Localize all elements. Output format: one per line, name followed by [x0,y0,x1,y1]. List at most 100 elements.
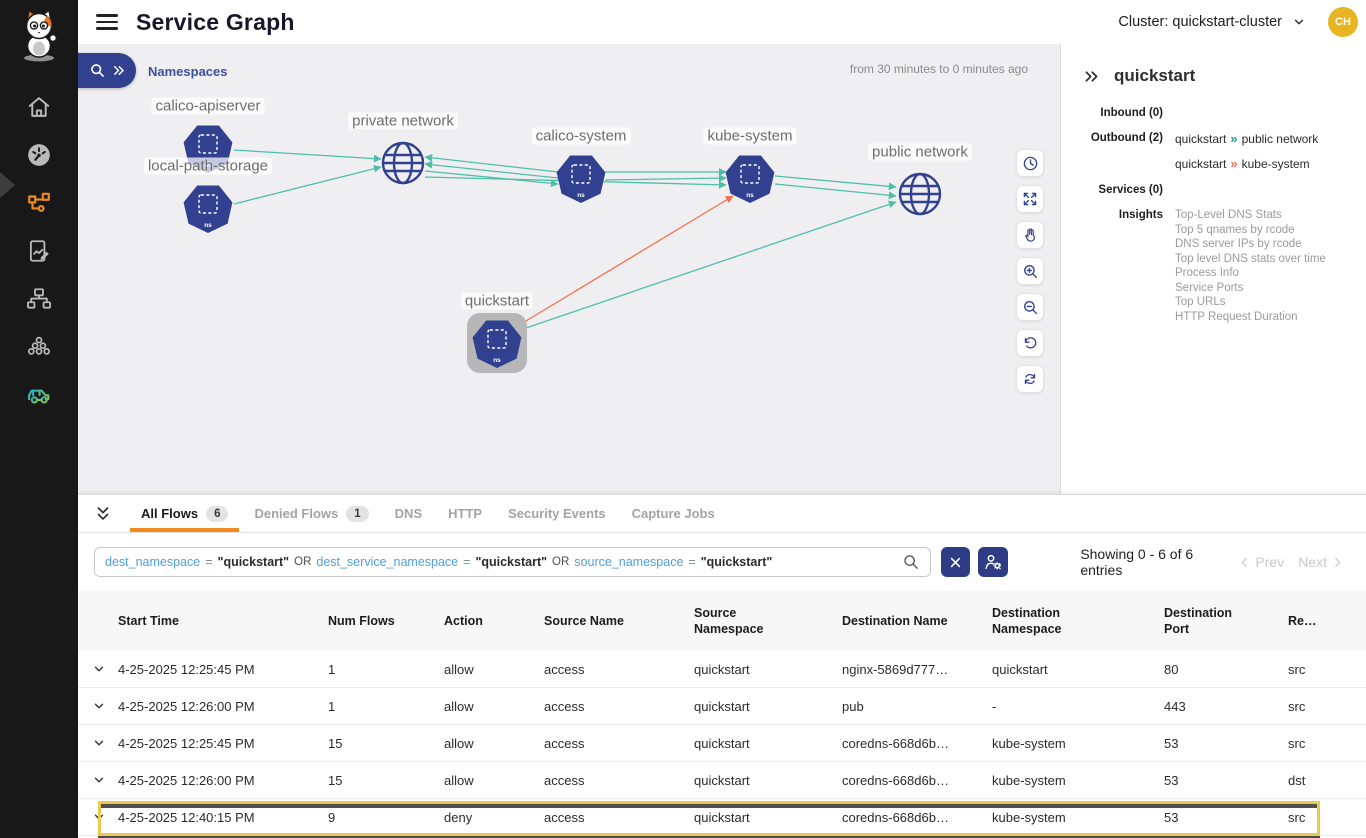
cell-action: allow [444,662,544,677]
pan-hand-icon [1022,227,1038,243]
sidebar-item-report-log[interactable] [0,227,78,275]
graph-node-public-network[interactable]: public network [890,164,950,224]
table-row-highlighted[interactable]: 4-25-2025 12:40:15 PM9denyaccessquicksta… [78,799,1366,836]
flow-settings-button[interactable] [978,547,1008,577]
expand-row-chevron-icon[interactable] [78,699,118,713]
avatar[interactable]: CH [1328,7,1358,37]
page-title: Service Graph [136,9,295,36]
graph-node-private-network[interactable]: private network [373,133,433,193]
column-header-destination-name[interactable]: Destination Name [842,613,992,629]
tab-http[interactable]: HTTP [435,495,495,532]
tab-security-events[interactable]: Security Events [495,495,619,532]
column-header-num-flows[interactable]: Num Flows [328,613,444,629]
column-header-destination-port[interactable]: Destination Port [1164,605,1288,638]
flow-query-input[interactable]: dest_namespace="quickstart"ORdest_servic… [94,547,931,577]
collapse-panel-icon[interactable] [1083,68,1100,85]
sidebar-item-home[interactable] [0,83,78,131]
column-header-source-namespace[interactable]: Source Namespace [694,605,842,638]
column-header-start-time[interactable]: Start Time [118,613,328,629]
outbound-flow[interactable]: quickstart»public network [1175,131,1352,146]
refresh-button[interactable] [1016,365,1044,393]
tab-all-flows[interactable]: All Flows6 [128,495,241,532]
expand-row-chevron-icon[interactable] [78,662,118,676]
undo-button[interactable] [1016,329,1044,357]
graph-node-calico-system[interactable]: ns calico-system [551,148,611,208]
flows-tabs: All Flows6Denied Flows1DNSHTTPSecurity E… [128,495,728,532]
sidebar-item-car[interactable] [0,371,78,419]
zoom-in-button[interactable] [1016,257,1044,285]
cell-num-flows: 9 [328,810,444,825]
cell-reporter: src [1288,736,1366,751]
fullscreen-button[interactable] [1016,185,1044,213]
flow-dest: public network [1242,132,1319,146]
cell-num-flows: 15 [328,736,444,751]
insight-link[interactable]: Process Info [1175,266,1352,281]
hamburger-menu-icon[interactable] [96,14,118,30]
cell-start-time: 4-25-2025 12:25:45 PM [118,662,328,677]
expand-row-chevron-icon[interactable] [78,773,118,787]
outbound-flow[interactable]: quickstart»kube-system [1175,156,1352,171]
svg-text:ns: ns [493,357,501,364]
prev-button[interactable]: Prev [1238,554,1284,570]
cell-destination-port: 443 [1164,699,1288,714]
cell-source-name: access [544,773,694,788]
tab-denied-flows[interactable]: Denied Flows1 [241,495,381,532]
cell-num-flows: 1 [328,699,444,714]
time-button[interactable] [1016,149,1044,177]
insight-link[interactable]: Top level DNS stats over time [1175,252,1352,267]
flows-table: Start TimeNum FlowsActionSource NameSour… [78,591,1366,838]
expand-row-chevron-icon[interactable] [78,736,118,750]
tab-capture-jobs[interactable]: Capture Jobs [619,495,728,532]
collapse-flows-icon[interactable] [94,505,112,523]
graph-node-label: quickstart [461,293,533,310]
tab-dns[interactable]: DNS [382,495,435,532]
cell-destination-port: 80 [1164,662,1288,677]
column-header-action[interactable]: Action [444,613,544,629]
column-header-source-name[interactable]: Source Name [544,613,694,629]
pan-hand-button[interactable] [1016,221,1044,249]
column-header-destination-namespace[interactable]: Destination Namespace [992,605,1164,638]
cell-destination-namespace: kube-system [992,736,1164,751]
insight-link[interactable]: DNS server IPs by rcode [1175,237,1352,252]
table-row[interactable]: 4-25-2025 12:26:00 PM1allowaccessquickst… [78,688,1366,725]
table-row[interactable]: 4-25-2025 12:26:00 PM15allowaccessquicks… [78,762,1366,799]
cluster-selector[interactable]: Cluster: quickstart-cluster [1118,14,1306,30]
fullscreen-icon [1022,191,1038,207]
insight-link[interactable]: Service Ports [1175,281,1352,296]
cell-num-flows: 15 [328,773,444,788]
next-button[interactable]: Next [1298,554,1344,570]
insight-link[interactable]: HTTP Request Duration [1175,310,1352,325]
double-chevron-right-icon [111,63,126,78]
tab-badge: 1 [346,506,368,522]
column-header-reporter[interactable]: Reporter [1288,613,1366,629]
graph-node-quickstart[interactable]: ns quickstart [467,313,527,373]
sidebar-active-notch [0,172,15,198]
query-search-icon[interactable] [902,553,920,571]
graph-node-kube-system[interactable]: ns kube-system [720,148,780,208]
calico-cat-logo[interactable] [16,8,62,69]
query-token-value: "quickstart" [475,555,547,569]
graph-search-pill[interactable] [78,53,136,88]
insights-label: Insights [1075,208,1163,324]
zoom-out-button[interactable] [1016,293,1044,321]
service-graph-app: Service Graph Cluster: quickstart-cluste… [0,0,1366,838]
graph-node-local-path-storage[interactable]: ns local-path-storage [178,178,238,238]
network-sitemap-icon [26,286,52,312]
sidebar-item-network-sitemap[interactable] [0,275,78,323]
insight-link[interactable]: Top-Level DNS Stats [1175,208,1352,223]
insight-link[interactable]: Top URLs [1175,295,1352,310]
sidebar-item-cluster-nodes[interactable] [0,323,78,371]
detail-panel: quickstart Inbound (0)Outbound (2)quicks… [1060,44,1366,494]
clear-query-button[interactable] [941,547,971,577]
table-row[interactable]: 4-25-2025 12:25:45 PM15allowaccessquicks… [78,725,1366,762]
service-graph-canvas[interactable]: ns calico-apiserver ns local-path-storag… [78,44,1060,494]
insight-link[interactable]: Top 5 qnames by rcode [1175,223,1352,238]
sidebar [0,0,78,838]
expand-row-chevron-icon[interactable] [78,810,118,824]
graph-view-label[interactable]: Namespaces [148,64,228,79]
table-row[interactable]: 4-25-2025 12:25:45 PM1allowaccessquickst… [78,651,1366,688]
cell-destination-port: 53 [1164,773,1288,788]
detail-panel-title: quickstart [1114,66,1195,86]
cell-action: deny [444,810,544,825]
cell-action: allow [444,699,544,714]
